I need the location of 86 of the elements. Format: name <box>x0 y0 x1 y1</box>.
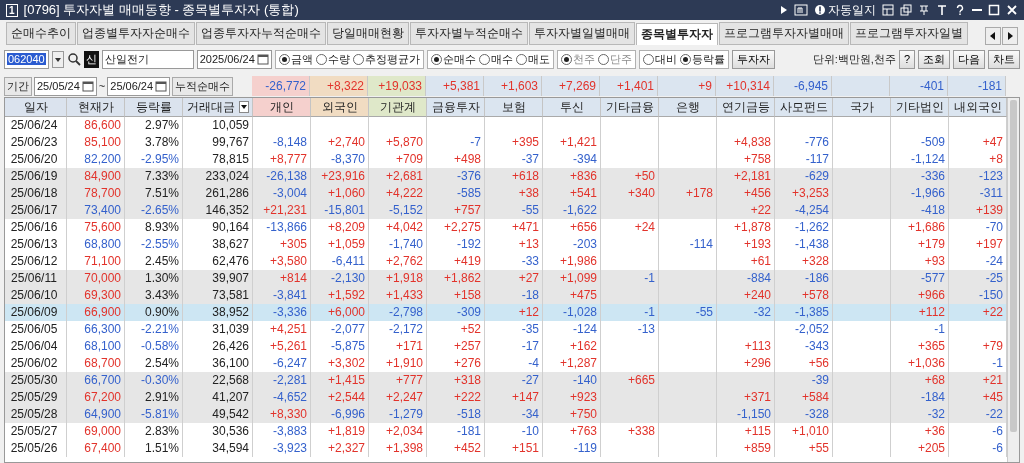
table-cell: +2,327 <box>311 440 369 457</box>
period-label: 기간 <box>4 76 32 96</box>
table-row[interactable]: 25/06/19 84,900 7.33% 233,024 -26,138 +23,916 +2,681 -376 +618 +836 +50 +2,181 -629 -336 -123 <box>5 168 1007 185</box>
column-header: 현재가 <box>67 98 125 117</box>
range-separator: ~ <box>98 80 106 92</box>
column-header: 등락률 <box>125 98 183 117</box>
total-cell: +7,269 <box>542 76 600 96</box>
total-cell: -401 <box>890 76 948 96</box>
column-header: 일자 <box>5 98 67 117</box>
column-header: 개인 <box>253 98 311 117</box>
radio-option[interactable]: 등락률 <box>679 51 725 67</box>
column-header: 연기금등 <box>717 98 775 117</box>
tab[interactable]: 투자자별일별매매 <box>529 22 635 45</box>
window-title: [0796] 투자자별 매매동향 - 종목별투자자 (통합) <box>23 1 300 19</box>
table-cell: 1.51% <box>125 440 183 457</box>
table-row[interactable]: 25/06/09 66,900 0.90% 38,952 -3,336 +6,000 -2,798 -309 +12 -1,028 -1 -55 -32 -1,385 +112 +22 <box>5 304 1007 321</box>
table-row[interactable]: 25/06/17 73,400 -2.65% 146,352 +21,231 -15,801 -5,152 +757 -55 -1,622 +22 -4,254 -418 +139 <box>5 202 1007 219</box>
investor-button[interactable]: 투자자 <box>731 49 775 69</box>
column-header: 국가 <box>833 98 891 117</box>
tab[interactable]: 종목별투자자 <box>636 23 718 45</box>
total-cell: +1,401 <box>600 76 658 96</box>
tab[interactable]: 순매수추이 <box>6 22 76 45</box>
radio-option[interactable]: 대비 <box>642 51 677 67</box>
table-cell: 67,400 <box>67 440 125 457</box>
table-cell: +859 <box>717 440 775 457</box>
column-header: 금융투자 <box>427 98 485 117</box>
total-cell: +10,314 <box>716 76 774 96</box>
toolbar-button[interactable]: 조회 <box>918 49 950 69</box>
radio-option[interactable]: 추정평균가 <box>352 51 420 67</box>
total-cell: +9 <box>658 76 716 96</box>
table-row[interactable]: 25/06/11 70,000 1.30% 39,907 +814 -2,130 +1,918 +1,862 +27 +1,099 -1 -884 -186 -577 -25 <box>5 270 1007 287</box>
total-cell: -26,772 <box>252 76 310 96</box>
column-header: 보험 <box>485 98 543 117</box>
unit-label: 단위:백만원,천주 <box>812 51 896 67</box>
total-cell: +8,322 <box>310 76 368 96</box>
table-row[interactable]: 25/05/28 64,900 -5.81% 49,542 +8,330 -6,996 -1,279 -518 -34 +750 -1,150 -328 -32 -22 <box>5 406 1007 423</box>
column-header: 기타금융 <box>601 98 659 117</box>
toolbar-button[interactable]: 차트 <box>988 49 1020 69</box>
tab[interactable]: 당일매매현황 <box>327 22 409 45</box>
table-row[interactable]: 25/06/18 78,700 7.51% 261,286 -3,004 +1,060 +4,222 -585 +38 +541 +340 +178 +456 +3,253 -1,966 -311 <box>5 185 1007 202</box>
radio-option[interactable]: 금액 <box>278 51 313 67</box>
table-cell: +1,398 <box>369 440 427 457</box>
column-header: 사모펀드 <box>775 98 833 117</box>
date-field[interactable]: 2025/06/24 <box>196 49 272 69</box>
total-cell: +1,603 <box>484 76 542 96</box>
table-cell: +151 <box>485 440 543 457</box>
tab[interactable]: 프로그램투자자일별 <box>850 22 968 45</box>
table-cell: +452 <box>427 440 485 457</box>
end-date-field[interactable]: 25/06/24 <box>107 76 171 96</box>
table-cell: 25/05/26 <box>5 440 67 457</box>
tab[interactable]: 업종별투자자순매수 <box>77 22 195 45</box>
column-header: 은행 <box>659 98 717 117</box>
table-row[interactable]: 25/05/30 66,700 -0.30% 22,568 -2,281 +1,415 +777 +318 -27 -140 +665 -39 +68 +21 <box>5 372 1007 389</box>
tab[interactable]: 업종투자자누적순매수 <box>196 22 326 45</box>
radio-option[interactable]: 수량 <box>315 51 350 67</box>
tab[interactable]: 프로그램투자자별매매 <box>719 22 849 45</box>
code-field[interactable]: 062040 <box>4 49 49 69</box>
table-cell: -119 <box>543 440 601 457</box>
tab[interactable]: 투자자별누적순매수 <box>410 22 528 45</box>
column-header: 거래대금 <box>183 98 253 117</box>
column-header: 외국인 <box>311 98 369 117</box>
radio-option[interactable]: 순매수 <box>430 51 476 67</box>
table-row[interactable]: 25/06/10 69,300 3.43% 73,581 -3,841 +1,592 +1,433 +158 -18 +475 +240 +578 +966 -150 <box>5 287 1007 304</box>
summary-label: 누적순매수 <box>172 76 234 96</box>
radio-option[interactable]: 매도 <box>515 51 550 67</box>
new-listing-badge: 신 <box>83 50 99 68</box>
table-cell: -3,923 <box>253 440 311 457</box>
window-number: 1 <box>6 3 18 17</box>
table-cell: +205 <box>891 440 949 457</box>
column-header: 기타법인 <box>891 98 949 117</box>
column-header: 기관계 <box>369 98 427 117</box>
column-header: 투신 <box>543 98 601 117</box>
stock-name-field[interactable]: 산일전기 <box>101 49 194 69</box>
table-cell: 34,594 <box>183 440 253 457</box>
start-date-field[interactable]: 25/05/24 <box>34 76 97 96</box>
table-cell: +55 <box>775 440 833 457</box>
auto-log-button[interactable]: 자동일지 <box>814 1 876 19</box>
toolbar-button[interactable]: 다음 <box>953 49 985 69</box>
table-row[interactable]: 25/05/29 67,200 2.91% 41,207 -4,652 +2,544 +2,247 +222 +147 +923 +371 +584 -184 +45 <box>5 389 1007 406</box>
total-cell: -6,945 <box>774 76 832 96</box>
toolbar-button[interactable]: ? <box>898 49 915 69</box>
total-cell: -181 <box>948 76 1006 96</box>
column-header: 내외국인 <box>949 98 1007 117</box>
total-cell: +19,033 <box>368 76 426 96</box>
total-cell: +5,381 <box>426 76 484 96</box>
radio-option[interactable]: 매수 <box>478 51 513 67</box>
